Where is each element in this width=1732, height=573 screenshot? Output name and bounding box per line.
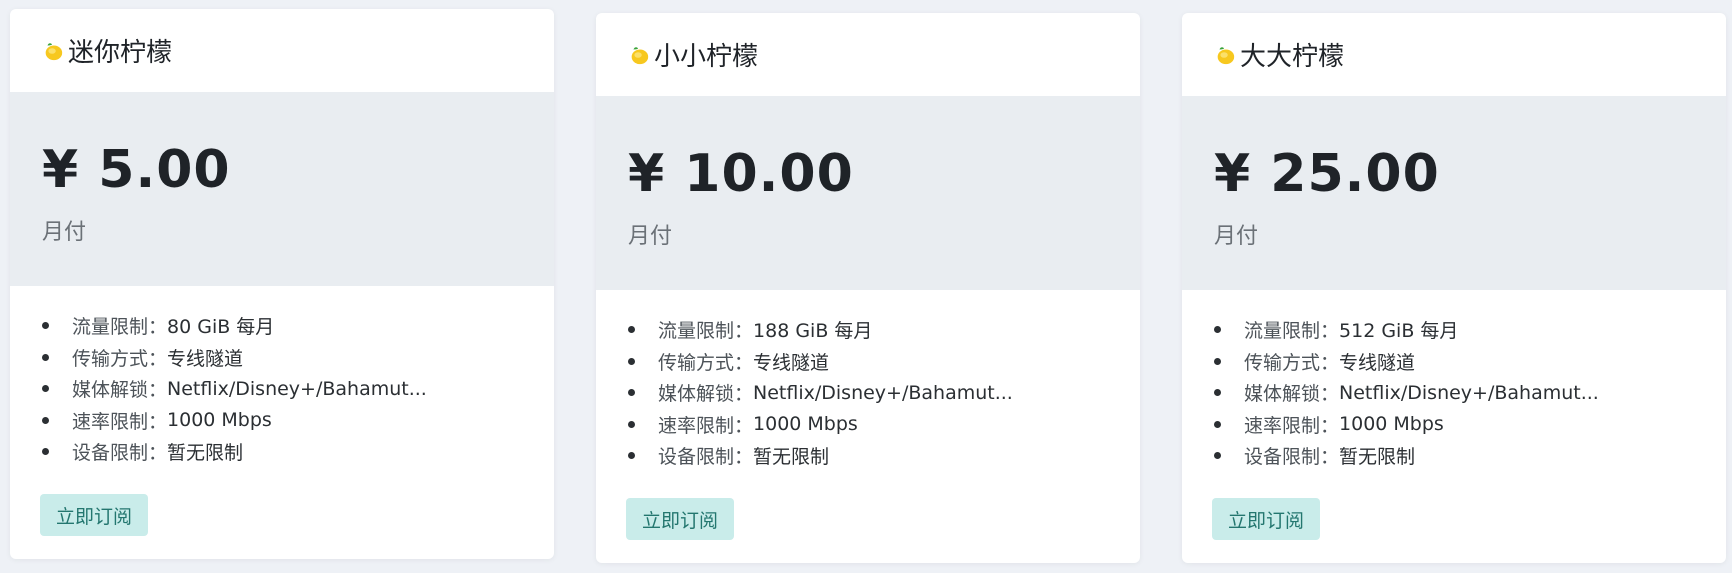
plan-title-text: 大大柠檬 [1240, 42, 1345, 72]
bullet-icon [42, 416, 49, 424]
pricing-page: 迷你柠檬 ¥ 5.00 月付 流量限制： 80 GiB 每月 传输方式： 专线隧道 … [0, 0, 1732, 573]
feature-label: 设备限制： [1244, 446, 1340, 469]
feature-label: 媒体解锁： [1244, 383, 1340, 406]
feature-value: 专线隧道 [1339, 351, 1416, 374]
feature-value: 512 GiB 每月 [1339, 320, 1459, 343]
lemon-icon [45, 42, 63, 60]
subscribe-button[interactable]: 立即订阅 [626, 498, 734, 540]
feature-value: 暂无限制 [167, 442, 244, 465]
feature-value: 专线隧道 [167, 347, 244, 370]
feature-value: 暂无限制 [753, 446, 830, 469]
feature-label: 媒体解锁： [658, 383, 754, 406]
plan-price: ¥ 5.00 [42, 140, 231, 200]
feature-value: 1000 Mbps [1339, 413, 1444, 436]
bullet-icon [1214, 389, 1221, 397]
bullet-icon [1214, 420, 1221, 428]
feature-value: 1000 Mbps [753, 413, 858, 436]
feature-label: 速率限制： [72, 410, 168, 433]
feature-item: 速率限制： 1000 Mbps [628, 409, 1140, 441]
feature-list: 流量限制： 512 GiB 每月 传输方式： 专线隧道 媒体解锁： Netflix/D… [1182, 290, 1726, 472]
feature-label: 速率限制： [658, 414, 754, 437]
bullet-icon [1214, 357, 1221, 365]
plan-title-text: 迷你柠檬 [68, 38, 173, 68]
bullet-icon [628, 389, 635, 397]
lemon-icon [1217, 46, 1235, 64]
price-band: ¥ 25.00 月付 [1182, 96, 1726, 290]
feature-item: 传输方式： 专线隧道 [42, 342, 554, 374]
bullet-icon [628, 326, 635, 334]
feature-label: 流量限制： [1244, 320, 1340, 343]
bullet-icon [42, 448, 49, 456]
feature-item: 设备限制： 暂无限制 [42, 436, 554, 468]
feature-value: 80 GiB 每月 [167, 316, 275, 339]
feature-item: 媒体解锁： Netflix/Disney+/Bahamut... [628, 377, 1140, 409]
feature-item: 设备限制： 暂无限制 [1214, 440, 1726, 472]
plan-card: 小小柠檬 ¥ 10.00 月付 流量限制： 188 GiB 每月 传输方式： 专线隧… [596, 13, 1140, 563]
feature-value: 专线隧道 [753, 351, 830, 374]
feature-label: 媒体解锁： [72, 379, 168, 402]
plan-period: 月付 [1214, 224, 1259, 249]
feature-value: Netflix/Disney+/Bahamut... [1339, 381, 1599, 404]
feature-label: 设备限制： [72, 442, 168, 465]
feature-label: 流量限制： [658, 320, 754, 343]
plan-price: ¥ 10.00 [628, 144, 854, 204]
feature-label: 传输方式： [72, 347, 168, 370]
feature-label: 设备限制： [658, 446, 754, 469]
feature-item: 流量限制： 512 GiB 每月 [1214, 314, 1726, 346]
feature-value: 188 GiB 每月 [753, 320, 873, 343]
plan-price: ¥ 25.00 [1214, 144, 1440, 204]
bullet-icon [1214, 452, 1221, 460]
plan-title: 小小柠檬 [628, 36, 758, 73]
subscribe-button[interactable]: 立即订阅 [40, 494, 148, 536]
price-band: ¥ 5.00 月付 [10, 92, 554, 286]
feature-item: 速率限制： 1000 Mbps [42, 405, 554, 437]
plan-card-header: 大大柠檬 [1182, 13, 1726, 96]
feature-value: 暂无限制 [1339, 446, 1416, 469]
feature-item: 传输方式： 专线隧道 [1214, 346, 1726, 378]
feature-item: 传输方式： 专线隧道 [628, 346, 1140, 378]
feature-list: 流量限制： 188 GiB 每月 传输方式： 专线隧道 媒体解锁： Netflix/D… [596, 290, 1140, 472]
plan-card: 大大柠檬 ¥ 25.00 月付 流量限制： 512 GiB 每月 传输方式： 专线隧… [1182, 13, 1726, 563]
feature-item: 设备限制： 暂无限制 [628, 440, 1140, 472]
feature-item: 媒体解锁： Netflix/Disney+/Bahamut... [42, 373, 554, 405]
bullet-icon [42, 385, 49, 393]
feature-value: Netflix/Disney+/Bahamut... [753, 381, 1013, 404]
feature-label: 速率限制： [1244, 414, 1340, 437]
feature-value: Netflix/Disney+/Bahamut... [167, 377, 427, 400]
bullet-icon [42, 353, 49, 361]
bullet-icon [628, 452, 635, 460]
plan-title: 大大柠檬 [1214, 36, 1344, 73]
bullet-icon [42, 322, 49, 330]
plan-card-header: 迷你柠檬 [10, 9, 554, 92]
plan-period: 月付 [42, 220, 87, 245]
plan-card-header: 小小柠檬 [596, 13, 1140, 96]
bullet-icon [628, 357, 635, 365]
feature-item: 速率限制： 1000 Mbps [1214, 409, 1726, 441]
feature-label: 传输方式： [658, 351, 754, 374]
feature-list: 流量限制： 80 GiB 每月 传输方式： 专线隧道 媒体解锁： Netflix/Di… [10, 286, 554, 468]
feature-item: 流量限制： 80 GiB 每月 [42, 310, 554, 342]
feature-item: 媒体解锁： Netflix/Disney+/Bahamut... [1214, 377, 1726, 409]
plan-title: 迷你柠檬 [42, 32, 172, 69]
feature-label: 传输方式： [1244, 351, 1340, 374]
lemon-icon [631, 46, 649, 64]
feature-label: 流量限制： [72, 316, 168, 339]
plan-card: 迷你柠檬 ¥ 5.00 月付 流量限制： 80 GiB 每月 传输方式： 专线隧道 … [10, 9, 554, 559]
subscribe-button[interactable]: 立即订阅 [1212, 498, 1320, 540]
plan-period: 月付 [628, 224, 673, 249]
bullet-icon [1214, 326, 1221, 334]
price-band: ¥ 10.00 月付 [596, 96, 1140, 290]
plan-title-text: 小小柠檬 [654, 42, 759, 72]
bullet-icon [628, 420, 635, 428]
feature-item: 流量限制： 188 GiB 每月 [628, 314, 1140, 346]
feature-value: 1000 Mbps [167, 409, 272, 432]
